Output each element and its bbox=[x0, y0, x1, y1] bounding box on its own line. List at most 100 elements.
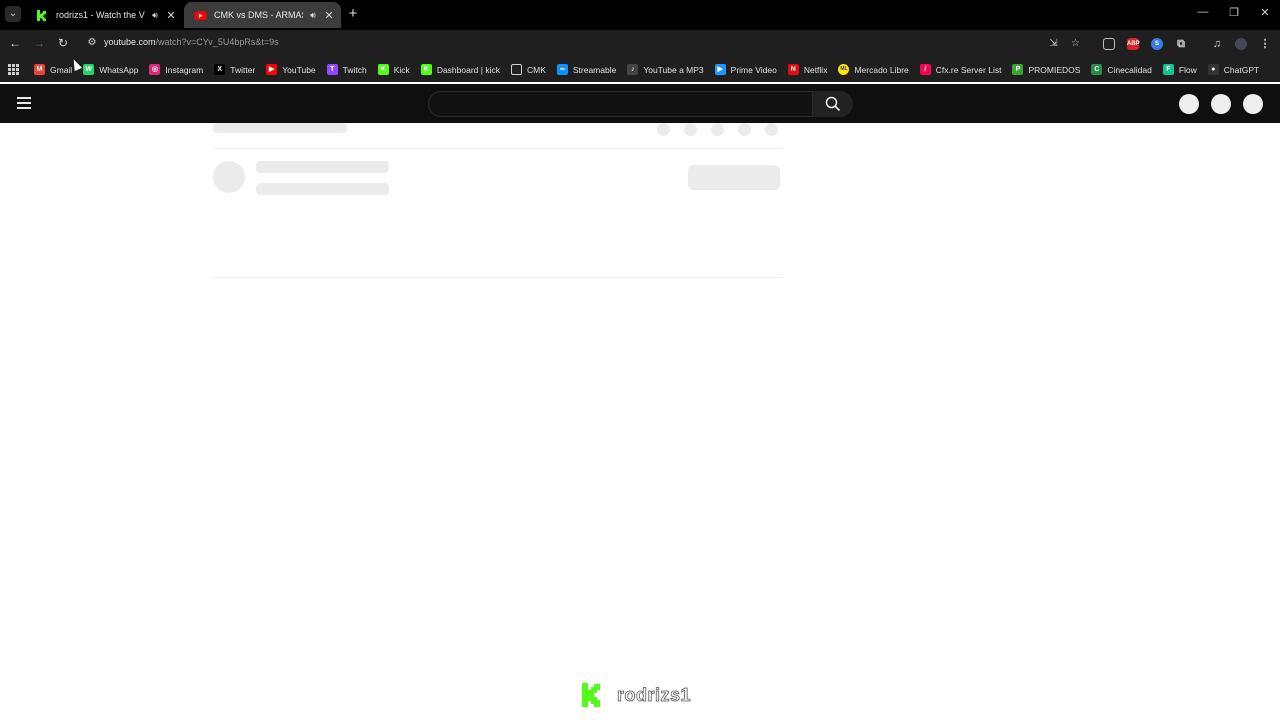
search-icon bbox=[825, 96, 841, 112]
skeleton-action-dot bbox=[711, 123, 724, 136]
skeleton-title-bar bbox=[213, 123, 347, 133]
more-menu-icon[interactable]: ⋮ bbox=[1259, 38, 1271, 50]
skeleton-channel-avatar bbox=[213, 161, 245, 193]
bookmark-label: WhatsApp bbox=[99, 64, 139, 75]
placeholder-avatar[interactable] bbox=[1243, 94, 1263, 114]
cfx-icon: / bbox=[919, 64, 931, 75]
bookmark-flow[interactable]: F Flow bbox=[1162, 64, 1197, 75]
adblock-plus-icon[interactable]: ABP bbox=[1127, 38, 1140, 50]
bookmark-dashboard-kick[interactable]: K Dashboard | kick bbox=[420, 64, 500, 75]
media-controls-icon[interactable]: ♫ bbox=[1211, 38, 1223, 50]
search-button[interactable] bbox=[813, 91, 853, 117]
streamable-icon: ∞ bbox=[556, 64, 568, 75]
tab-search-chevron-icon[interactable]: ⌄ bbox=[5, 6, 21, 22]
divider bbox=[213, 148, 783, 149]
bookmark-chatgpt[interactable]: ● ChatGPT bbox=[1207, 64, 1260, 75]
forward-arrow-icon[interactable]: → bbox=[32, 36, 46, 50]
youtube-icon: ▶ bbox=[266, 64, 278, 75]
tab-title: CMK vs DMS - ARMAS LAR bbox=[214, 10, 303, 20]
bookmark-youtube-a-mp3[interactable]: ♪ YouTube a MP3 bbox=[627, 64, 704, 75]
skeleton-channel-name bbox=[256, 161, 389, 173]
bookmark-star-icon[interactable]: ☆ bbox=[1069, 37, 1082, 50]
kick-watermark: rodrizs1 bbox=[581, 682, 691, 708]
twitch-icon: T bbox=[326, 64, 338, 75]
youtube-masthead bbox=[0, 84, 1280, 123]
bookmark-gmail[interactable]: M Gmail bbox=[34, 64, 72, 75]
profile-avatar-icon[interactable] bbox=[1235, 38, 1247, 50]
bookmark-label: CMK bbox=[526, 64, 546, 75]
back-arrow-icon[interactable]: ← bbox=[8, 36, 22, 50]
x-icon: X bbox=[214, 64, 226, 75]
kick-icon: K bbox=[377, 64, 389, 75]
bookmark-label: Cinecalidad bbox=[1107, 64, 1152, 75]
divider bbox=[213, 277, 783, 278]
prime-video-icon: ▶ bbox=[714, 64, 726, 75]
url-text[interactable]: youtube.com/watch?v=CYv_5U4bpRs&t=9s bbox=[104, 37, 279, 47]
new-tab-plus-icon[interactable]: + bbox=[346, 5, 360, 23]
netflix-icon: N bbox=[787, 64, 799, 75]
bookmark-whatsapp[interactable]: W WhatsApp bbox=[83, 64, 138, 75]
bookmark-label: PROMIEDOS bbox=[1028, 64, 1081, 75]
skeleton-action-dot bbox=[684, 123, 697, 136]
youtube-icon bbox=[194, 11, 207, 20]
bookmark-label: YouTube a MP3 bbox=[643, 64, 704, 75]
skeleton-action-dot bbox=[738, 123, 751, 136]
address-bar[interactable]: ⚙ youtube.com/watch?v=CYv_5U4bpRs&t=9s ⇲… bbox=[80, 33, 1090, 54]
speaker-icon[interactable]: 🔊︎ bbox=[307, 10, 319, 21]
placeholder-circle-button[interactable] bbox=[1179, 94, 1199, 114]
bookmark-netflix[interactable]: N Netflix bbox=[787, 64, 827, 75]
skeleton-subscriber-count bbox=[256, 183, 389, 195]
gmail-icon: M bbox=[34, 64, 45, 75]
minimize-icon[interactable]: — bbox=[1196, 6, 1210, 22]
speaker-icon[interactable]: 🔊︎ bbox=[149, 10, 161, 21]
kick-icon: K bbox=[420, 64, 432, 75]
instagram-icon: ◎ bbox=[149, 64, 161, 75]
promiedos-icon: P bbox=[1012, 64, 1024, 75]
extension-blue-icon[interactable]: S bbox=[1151, 38, 1163, 50]
window-close-icon[interactable]: ✕ bbox=[1258, 6, 1272, 22]
chatgpt-icon: ● bbox=[1207, 64, 1219, 75]
bookmark-youtube[interactable]: ▶ YouTube bbox=[266, 64, 316, 75]
tab-title: rodrizs1 - Watch the VOD o bbox=[56, 10, 145, 20]
extensions-puzzle-icon[interactable]: ⧉ bbox=[1175, 38, 1187, 50]
bookmark-label: Mercado Libre bbox=[854, 64, 909, 75]
placeholder-circle-button[interactable] bbox=[1211, 94, 1231, 114]
bookmark-label: Gmail bbox=[50, 64, 73, 75]
tab-youtube-video[interactable]: CMK vs DMS - ARMAS LAR 🔊︎ ✕ bbox=[184, 2, 341, 28]
bookmark-instagram[interactable]: ◎ Instagram bbox=[149, 64, 203, 75]
close-tab-icon[interactable]: ✕ bbox=[165, 9, 177, 22]
whatsapp-icon: W bbox=[83, 64, 95, 75]
mp3-icon: ♪ bbox=[627, 64, 639, 75]
bookmarks-bar: M Gmail W WhatsApp ◎ Instagram X Twitter ▶ YouTub… bbox=[0, 57, 1280, 82]
bookmark-twitter[interactable]: X Twitter bbox=[214, 64, 255, 75]
apps-grid-icon[interactable] bbox=[8, 63, 20, 76]
close-tab-icon[interactable]: ✕ bbox=[323, 9, 335, 22]
restore-icon[interactable]: ❐ bbox=[1227, 6, 1241, 22]
bookmark-cmk[interactable]: ▭ CMK bbox=[510, 64, 546, 75]
bookmark-label: Instagram bbox=[165, 64, 204, 75]
bookmark-streamable[interactable]: ∞ Streamable bbox=[556, 64, 616, 75]
tab-kick-vod[interactable]: rodrizs1 - Watch the VOD o 🔊︎ ✕ bbox=[26, 2, 183, 28]
skeleton-action-dot bbox=[765, 123, 778, 136]
bookmark-label: ChatGPT bbox=[1223, 64, 1260, 75]
hamburger-menu-icon[interactable] bbox=[17, 97, 31, 109]
site-settings-icon[interactable]: ⚙ bbox=[86, 37, 98, 49]
search-input[interactable] bbox=[428, 91, 813, 117]
bookmark-label: Dashboard | kick bbox=[436, 64, 500, 75]
skeleton-action-dot bbox=[657, 123, 670, 136]
extension-window-icon[interactable] bbox=[1103, 38, 1115, 50]
flow-icon: F bbox=[1162, 64, 1174, 75]
bookmark-cinecalidad[interactable]: C Cinecalidad bbox=[1091, 64, 1152, 75]
skeleton-subscribe-button bbox=[688, 165, 780, 190]
bookmark-kick[interactable]: K Kick bbox=[377, 64, 410, 75]
reload-icon[interactable]: ↻ bbox=[56, 36, 70, 50]
bookmark-prime-video[interactable]: ▶ Prime Video bbox=[714, 64, 777, 75]
bookmark-twitch[interactable]: T Twitch bbox=[326, 64, 367, 75]
folder-icon: ▭ bbox=[510, 64, 522, 75]
bookmark-mercado-libre[interactable]: ML Mercado Libre bbox=[838, 64, 909, 75]
channel-name: rodrizs1 bbox=[617, 684, 692, 705]
bookmark-cfx-re-server-list[interactable]: / Cfx.re Server List bbox=[919, 64, 1001, 75]
bookmark-promiedos[interactable]: P PROMIEDOS bbox=[1012, 64, 1080, 75]
install-app-icon[interactable]: ⇲ bbox=[1047, 37, 1060, 50]
kick-icon bbox=[37, 9, 46, 21]
